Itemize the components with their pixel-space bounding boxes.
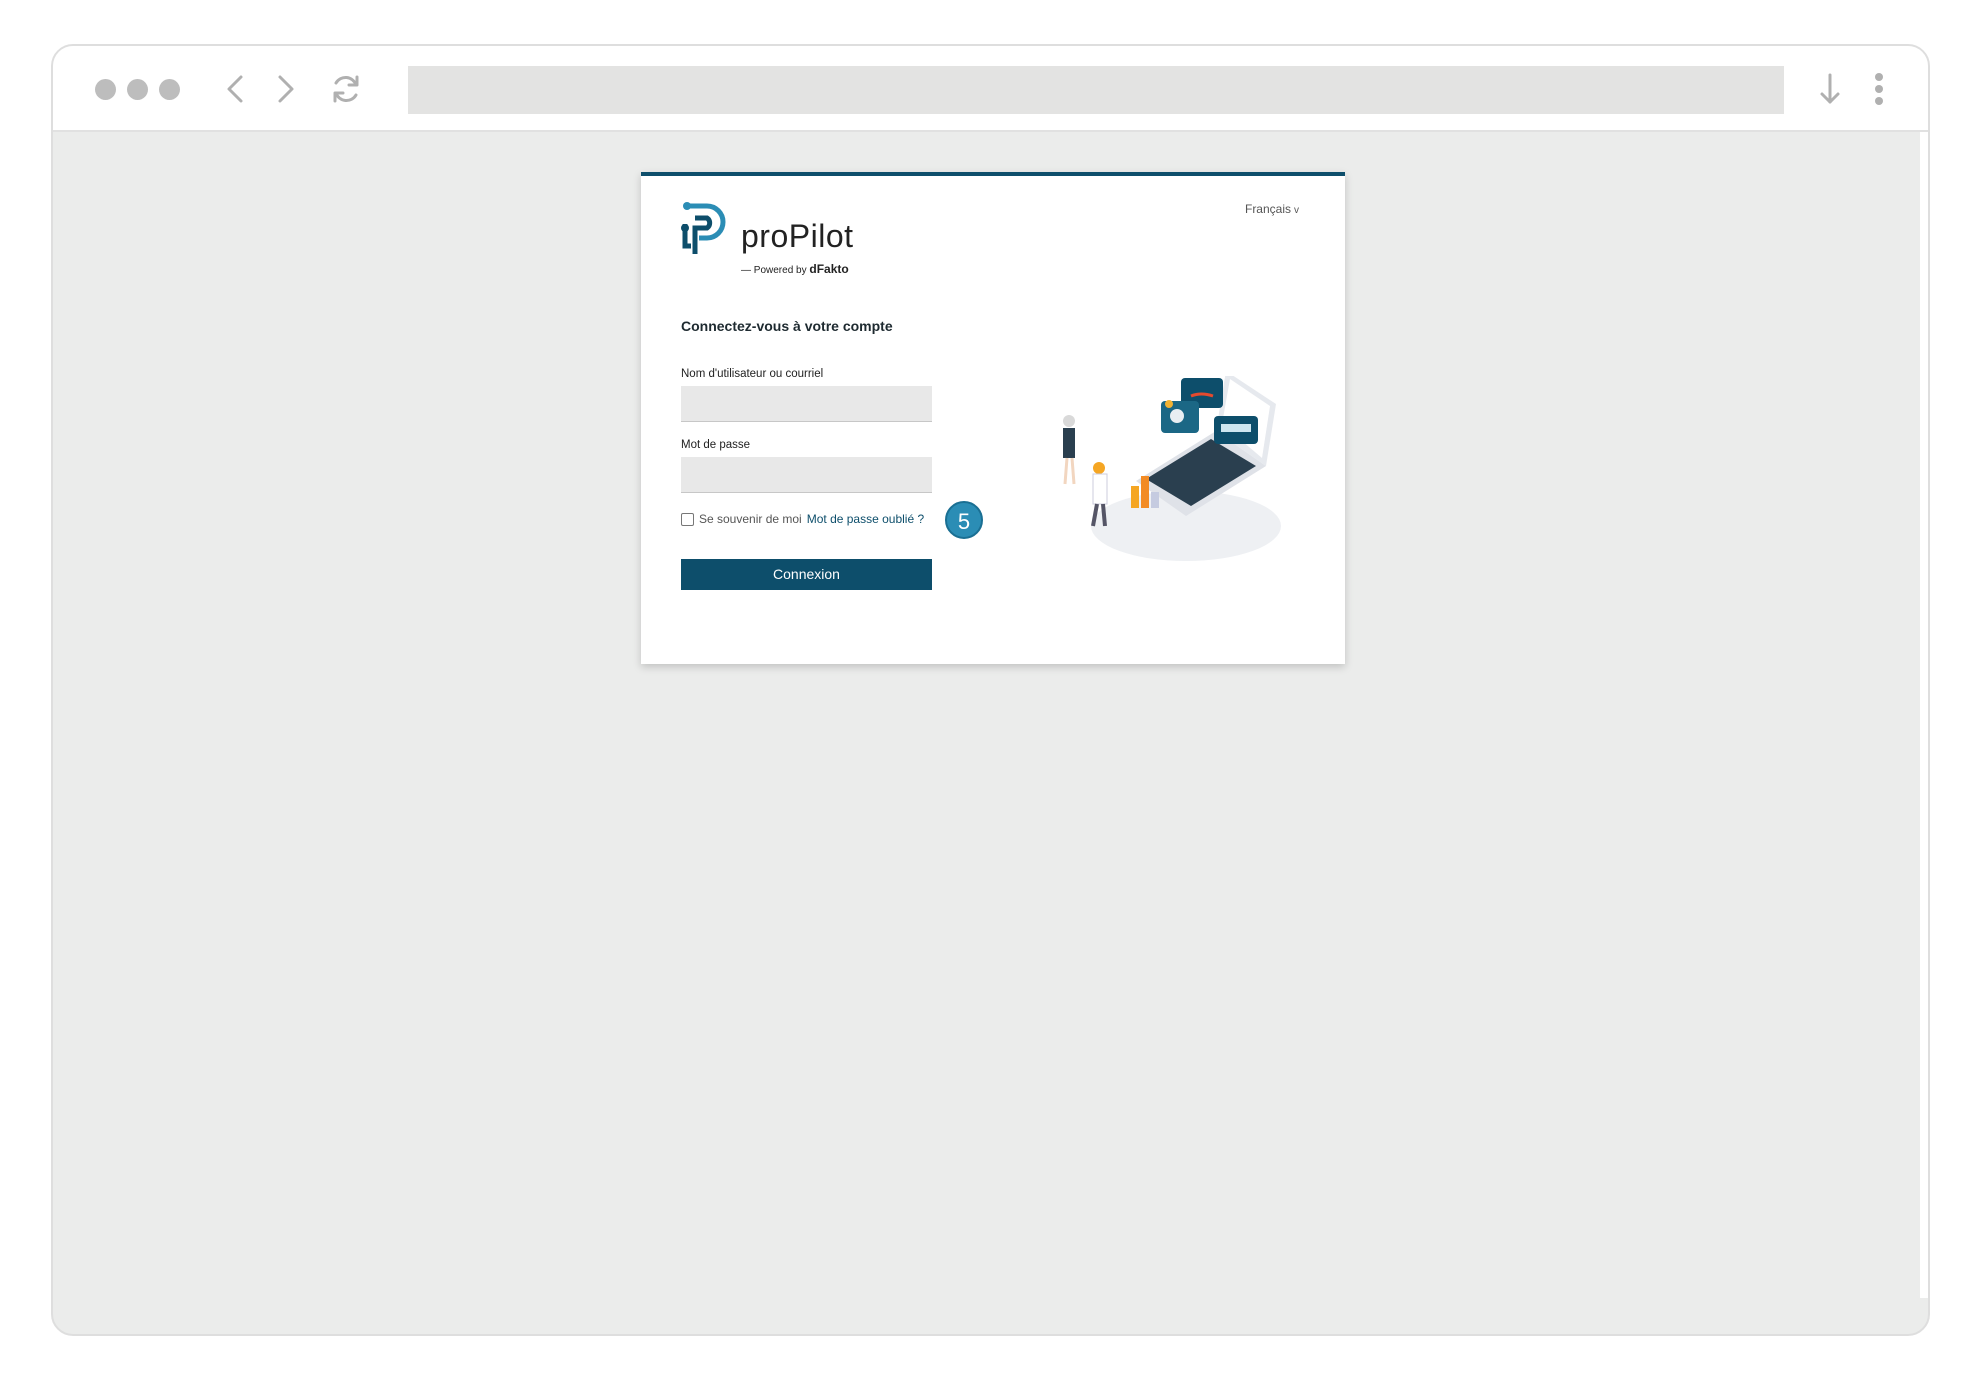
login-card: Français v proPilot — Powered by dFakto C… — [641, 172, 1345, 664]
window-dot-icon[interactable] — [159, 79, 180, 100]
browser-toolbar — [53, 46, 1928, 132]
powered-by: — Powered by dFakto — [741, 262, 849, 276]
password-input[interactable] — [681, 457, 932, 493]
window-dot-icon[interactable] — [95, 79, 116, 100]
business-illustration — [1063, 376, 1281, 561]
brand-name: proPilot — [741, 218, 854, 254]
username-input[interactable] — [681, 386, 932, 422]
download-icon[interactable] — [1812, 71, 1848, 107]
scrollbar[interactable] — [1920, 132, 1928, 1298]
forward-icon[interactable] — [267, 71, 303, 107]
powered-by-prefix: Powered by — [753, 265, 807, 276]
chevron-down-icon: v — [1294, 205, 1299, 216]
address-bar[interactable] — [408, 66, 1784, 114]
propilot-logo: proPilot — Powered by dFakto — [681, 198, 871, 278]
remember-label[interactable]: Se souvenir de moi — [699, 512, 802, 526]
language-selector[interactable]: Français v — [1245, 202, 1299, 216]
powered-by-brand: dFakto — [809, 262, 849, 276]
forgot-password-link[interactable]: Mot de passe oublié ? — [807, 512, 924, 526]
login-heading: Connectez-vous à votre compte — [681, 318, 893, 334]
browser-window: Français v proPilot — Powered by dFakto C… — [51, 44, 1930, 1336]
reload-icon[interactable] — [328, 71, 364, 107]
step-badge: 5 — [945, 501, 983, 539]
password-label: Mot de passe — [681, 439, 751, 451]
propilot-logo-icon — [681, 202, 726, 254]
window-dot-icon[interactable] — [127, 79, 148, 100]
back-icon[interactable] — [218, 71, 254, 107]
language-label: Français — [1244, 202, 1291, 216]
menu-kebab-icon[interactable] — [1861, 71, 1897, 107]
remember-row: Se souvenir de moi Mot de passe oublié ? — [681, 512, 924, 526]
login-button[interactable]: Connexion — [681, 559, 932, 590]
remember-checkbox[interactable] — [681, 512, 694, 526]
username-label: Nom d'utilisateur ou courriel — [681, 368, 824, 380]
